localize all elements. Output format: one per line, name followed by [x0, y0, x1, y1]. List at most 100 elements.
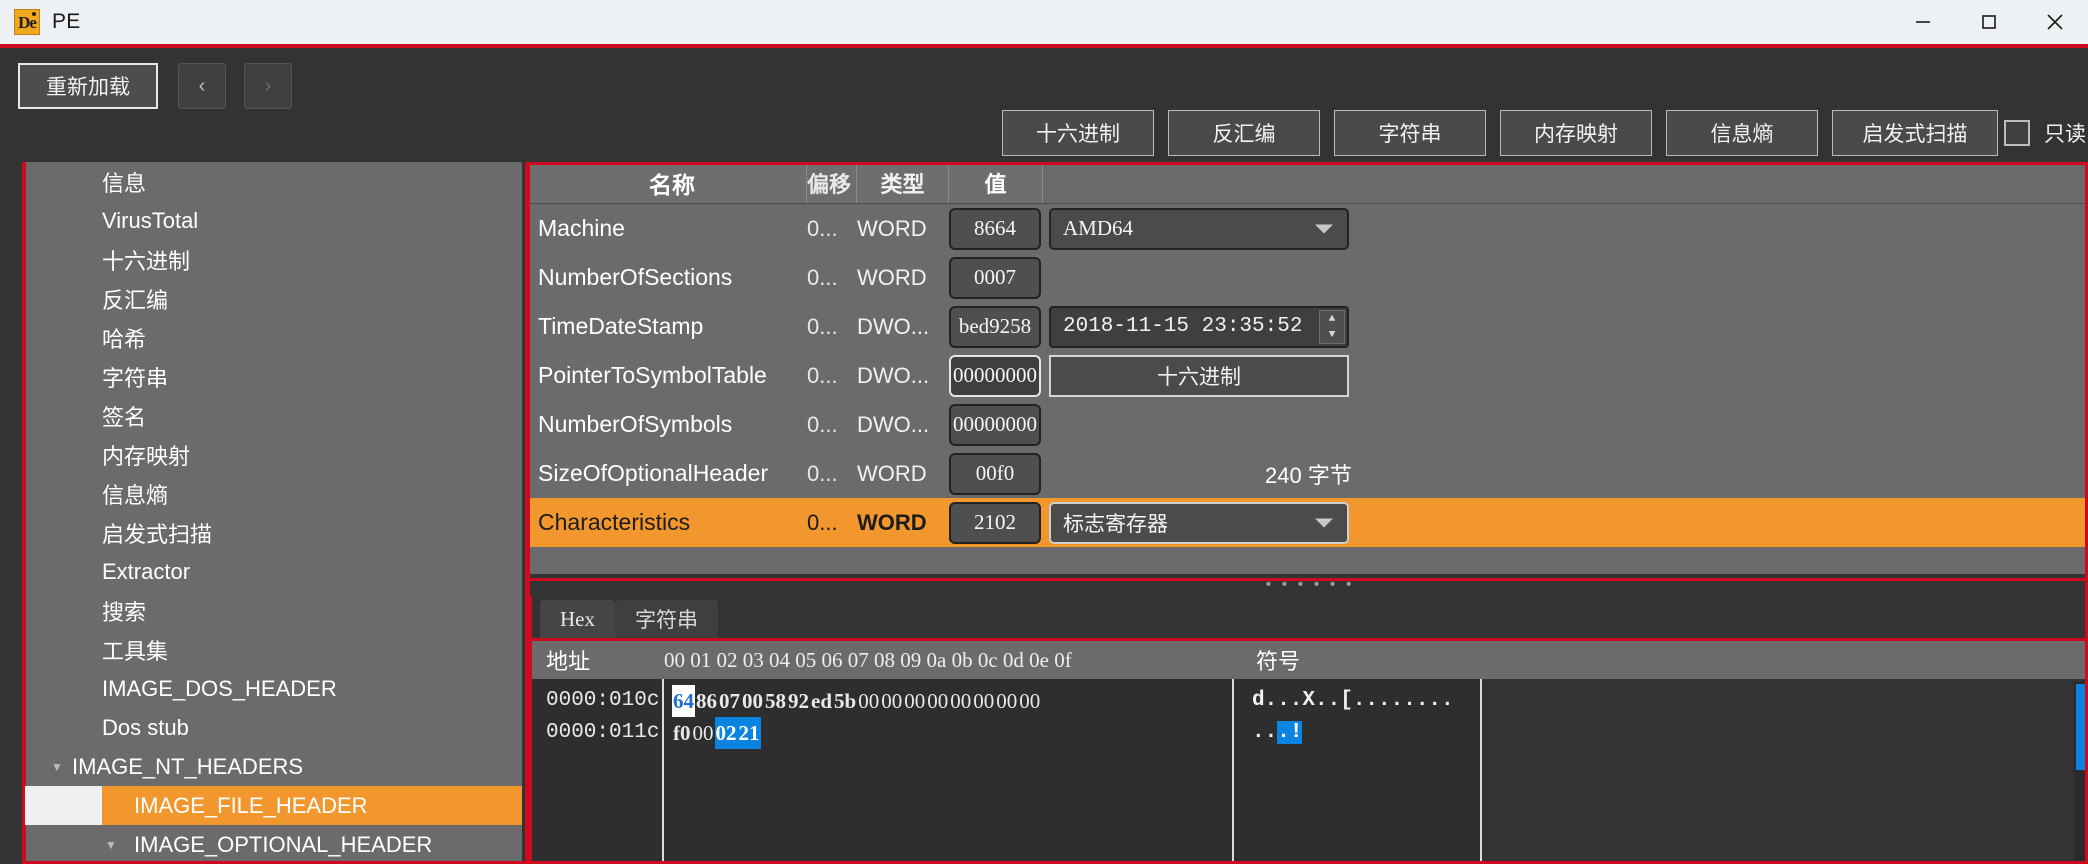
reload-button[interactable]: 重新加载 [18, 63, 158, 109]
sidebar-item-info[interactable]: 信息 [24, 162, 522, 201]
table-row[interactable]: PointerToSymbolTable 0... DWO... 0000000… [530, 351, 2088, 400]
sidebar-item-heuristic-scan[interactable]: 启发式扫描 [24, 513, 522, 552]
field-value-cell[interactable]: 00000000 [949, 351, 1043, 400]
column-header-offset[interactable]: 偏移 [807, 162, 857, 203]
hex-panel-tabs[interactable]: Hex 字符串 [532, 596, 2088, 638]
table-row[interactable]: SizeOfOptionalHeader 0... WORD 00f0 240 … [530, 449, 2088, 498]
hex-toggle-button[interactable]: 十六进制 [1049, 354, 1349, 397]
value-input[interactable]: 00000000 [949, 403, 1041, 446]
hex-byte-selected[interactable]: 21 [737, 717, 761, 749]
sidebar-item-entropy[interactable]: 信息熵 [24, 474, 522, 513]
hex-byte[interactable]: 00 [857, 685, 880, 717]
hex-byte-selected[interactable]: 02 [714, 717, 738, 749]
hex-bytes-column[interactable]: 648607005892ed5b0000000000000000 f000022… [664, 679, 1232, 864]
sidebar-item-image-optional-header[interactable]: ▼ IMAGE_OPTIONAL_HEADER [24, 825, 522, 864]
navigation-tree[interactable]: 信息 VirusTotal 十六进制 反汇编 哈希 字符串 签名 内存映射 信息… [22, 162, 522, 864]
stepper-down-icon[interactable]: ▼ [1320, 327, 1344, 343]
hex-byte[interactable]: 00 [741, 685, 764, 717]
toolbar-button-entropy[interactable]: 信息熵 [1666, 110, 1818, 156]
hex-byte-selected[interactable]: 64 [672, 685, 695, 717]
hex-byte[interactable]: 00 [1018, 685, 1041, 717]
column-header-name[interactable]: 名称 [530, 162, 807, 203]
sidebar-item-disassemble[interactable]: 反汇编 [24, 279, 522, 318]
readonly-checkbox-group[interactable]: 只读 [2004, 110, 2086, 156]
hex-byte[interactable]: 00 [972, 685, 995, 717]
hex-byte[interactable]: ed [810, 685, 833, 717]
toolbar-button-hex[interactable]: 十六进制 [1002, 110, 1154, 156]
sidebar-item-image-file-header[interactable]: IMAGE_FILE_HEADER [24, 786, 522, 825]
toolbar-button-heuristic-scan[interactable]: 启发式扫描 [1832, 110, 1998, 156]
hex-byte[interactable]: 5b [833, 685, 857, 717]
hex-byte[interactable]: 00 [903, 685, 926, 717]
value-input[interactable]: 0007 [949, 256, 1041, 299]
hex-byte-row[interactable]: 648607005892ed5b0000000000000000 [672, 685, 1232, 717]
field-value-cell[interactable]: 8664 [949, 204, 1043, 253]
readonly-checkbox[interactable] [2004, 120, 2030, 146]
maximize-button[interactable] [1956, 0, 2022, 44]
hex-byte[interactable]: f0 [672, 717, 692, 749]
value-input[interactable]: 2102 [949, 501, 1041, 544]
minimize-button[interactable] [1890, 0, 1956, 44]
chevron-down-icon[interactable]: ▼ [96, 838, 126, 852]
hex-byte[interactable]: 92 [787, 685, 810, 717]
toolbar-button-disassemble[interactable]: 反汇编 [1168, 110, 1320, 156]
table-row[interactable]: NumberOfSections 0... WORD 0007 [530, 253, 2088, 302]
hex-byte[interactable]: 58 [764, 685, 787, 717]
chevron-down-icon[interactable]: ▼ [42, 760, 72, 774]
sidebar-item-search[interactable]: 搜索 [24, 591, 522, 630]
sidebar-item-virustotal[interactable]: VirusTotal [24, 201, 522, 240]
hex-byte[interactable]: 07 [718, 685, 741, 717]
value-input[interactable]: 00f0 [949, 452, 1041, 495]
sidebar-item-dos-stub[interactable]: Dos stub [24, 708, 522, 747]
toolbar-button-memory-map[interactable]: 内存映射 [1500, 110, 1652, 156]
sidebar-item-hash[interactable]: 哈希 [24, 318, 522, 357]
hex-byte-row[interactable]: f0000221 [672, 717, 1232, 749]
hex-byte[interactable]: 00 [880, 685, 903, 717]
field-value-cell[interactable]: 00f0 [949, 449, 1043, 498]
sidebar-item-image-nt-headers[interactable]: ▼ IMAGE_NT_HEADERS [24, 747, 522, 786]
nav-forward-button[interactable]: › [244, 63, 292, 109]
hex-ascii-row[interactable]: d...X..[........ [1252, 685, 1480, 717]
column-header-type[interactable]: 类型 [857, 162, 949, 203]
characteristics-flags-dropdown[interactable]: 标志寄存器 [1049, 501, 1349, 544]
table-row[interactable]: NumberOfSymbols 0... DWO... 00000000 [530, 400, 2088, 449]
hex-byte[interactable]: 86 [695, 685, 718, 717]
timestamp-datetime-input[interactable]: 2018-11-15 23:35:52 ▲ ▼ [1049, 305, 1349, 348]
stepper-arrows[interactable]: ▲ ▼ [1319, 309, 1345, 344]
hex-byte[interactable]: 00 [926, 685, 949, 717]
table-row[interactable]: Machine 0... WORD 8664 AMD64 [530, 204, 2088, 253]
column-header-extra[interactable] [1043, 162, 2088, 203]
value-input[interactable]: bed9258 [949, 305, 1041, 348]
stepper-up-icon[interactable]: ▲ [1320, 311, 1344, 327]
field-value-cell[interactable]: bed9258 [949, 302, 1043, 351]
field-value-cell[interactable]: 0007 [949, 253, 1043, 302]
field-value-cell[interactable]: 2102 [949, 498, 1043, 547]
sidebar-item-memory-map[interactable]: 内存映射 [24, 435, 522, 474]
table-row[interactable]: TimeDateStamp 0... DWO... bed9258 2018-1… [530, 302, 2088, 351]
sidebar-item-hexadecimal[interactable]: 十六进制 [24, 240, 522, 279]
hex-byte[interactable]: 00 [995, 685, 1018, 717]
table-row-selected[interactable]: Characteristics 0... WORD 2102 标志寄存器 [530, 498, 2088, 547]
tab-strings[interactable]: 字符串 [615, 600, 718, 638]
hex-byte[interactable]: 00 [949, 685, 972, 717]
sidebar-item-strings[interactable]: 字符串 [24, 357, 522, 396]
hex-ascii-row[interactable]: ...! [1252, 717, 1480, 749]
value-input[interactable]: 8664 [949, 207, 1041, 250]
field-extra-cell[interactable]: 十六进制 [1043, 354, 2088, 397]
tab-hex[interactable]: Hex [540, 600, 615, 638]
sidebar-item-signature[interactable]: 签名 [24, 396, 522, 435]
field-extra-cell[interactable]: AMD64 [1043, 207, 2088, 250]
hex-byte[interactable]: 00 [692, 717, 715, 749]
toolbar-button-strings[interactable]: 字符串 [1334, 110, 1486, 156]
close-button[interactable] [2022, 0, 2088, 44]
hex-symbol-column[interactable]: d...X..[........ ...! [1232, 679, 1482, 864]
hex-ascii-selected[interactable]: .! [1277, 721, 1303, 744]
field-value-cell[interactable]: 00000000 [949, 400, 1043, 449]
nav-back-button[interactable]: ‹ [178, 63, 226, 109]
sidebar-item-image-dos-header[interactable]: IMAGE_DOS_HEADER [24, 669, 522, 708]
sidebar-item-extractor[interactable]: Extractor [24, 552, 522, 591]
machine-dropdown[interactable]: AMD64 [1049, 207, 1349, 250]
column-header-value[interactable]: 值 [949, 162, 1043, 203]
value-input[interactable]: 00000000 [949, 354, 1041, 397]
hex-dump-body[interactable]: 0000:010c 0000:011c 648607005892ed5b0000… [532, 679, 2088, 864]
